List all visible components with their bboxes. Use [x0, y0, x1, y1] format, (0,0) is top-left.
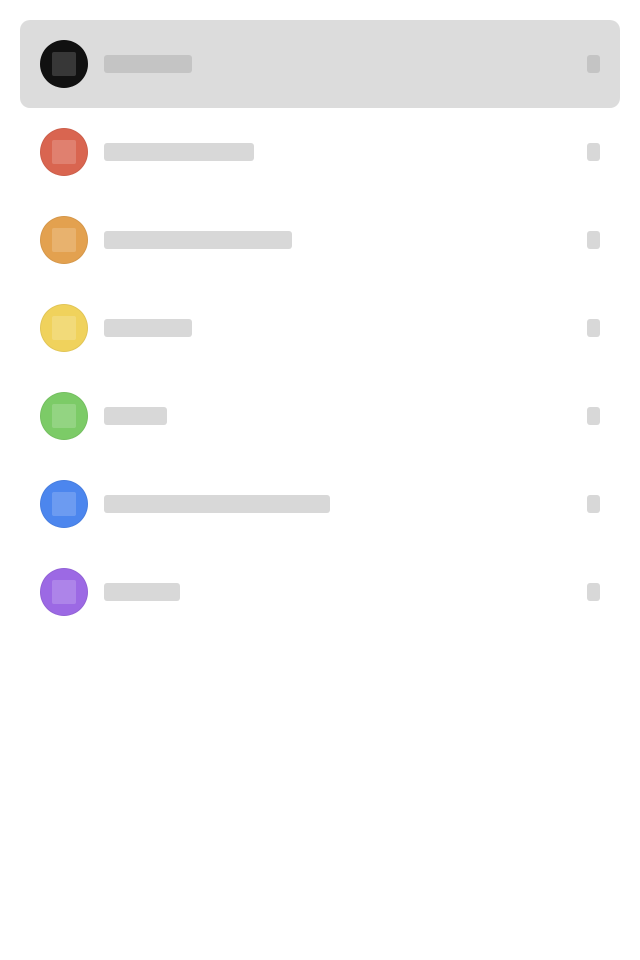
item-label-placeholder	[104, 319, 192, 337]
item-value-placeholder	[587, 583, 600, 601]
item-value-placeholder	[587, 495, 600, 513]
swatch-icon	[52, 404, 76, 428]
color-list-item[interactable]	[20, 196, 620, 284]
color-list-item[interactable]	[20, 284, 620, 372]
item-label	[20, 284, 21, 285]
item-label	[20, 372, 21, 373]
swatch-icon	[52, 316, 76, 340]
screen	[0, 0, 640, 960]
item-label-placeholder	[104, 583, 180, 601]
item-label	[20, 196, 21, 197]
item-value-placeholder	[587, 231, 600, 249]
color-list-item[interactable]	[20, 372, 620, 460]
color-swatch	[40, 480, 88, 528]
swatch-icon	[52, 140, 76, 164]
item-label	[20, 108, 21, 109]
item-label-placeholder	[104, 143, 254, 161]
color-list-item[interactable]	[20, 108, 620, 196]
color-list-item[interactable]	[20, 548, 620, 636]
swatch-icon	[52, 228, 76, 252]
item-value-placeholder	[587, 407, 600, 425]
item-value-placeholder	[587, 319, 600, 337]
swatch-icon	[52, 52, 76, 76]
item-label-placeholder	[104, 231, 292, 249]
item-value-placeholder	[587, 55, 600, 73]
item-label	[20, 460, 21, 461]
color-swatch	[40, 568, 88, 616]
color-list-item[interactable]	[20, 20, 620, 108]
color-swatch	[40, 128, 88, 176]
item-value-placeholder	[587, 143, 600, 161]
item-label	[20, 20, 21, 21]
item-label-placeholder	[104, 407, 167, 425]
color-list-item[interactable]	[20, 460, 620, 548]
item-label-placeholder	[104, 55, 192, 73]
swatch-icon	[52, 580, 76, 604]
color-swatch	[40, 304, 88, 352]
item-label-placeholder	[104, 495, 330, 513]
color-swatch	[40, 40, 88, 88]
color-swatch	[40, 392, 88, 440]
item-label	[20, 548, 21, 549]
color-swatch	[40, 216, 88, 264]
swatch-icon	[52, 492, 76, 516]
color-list	[20, 20, 620, 636]
